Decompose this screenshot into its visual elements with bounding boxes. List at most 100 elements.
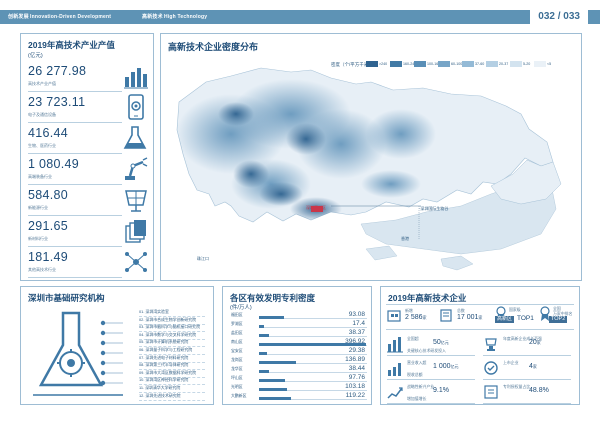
- district-name: 龙华区: [231, 366, 243, 371]
- output-label: 其他高技术行业: [28, 267, 56, 272]
- institutes-title: 深圳市基础研究机构: [28, 293, 105, 303]
- smartphone-gear-icon: [128, 94, 144, 120]
- solar-panel-icon: [125, 190, 147, 212]
- divider: [483, 379, 571, 380]
- divider: [483, 403, 571, 404]
- patent-bar: [259, 397, 292, 400]
- divider: [28, 215, 122, 216]
- output-value: 1 080.49: [28, 157, 80, 171]
- patent-unit: (件/万人): [230, 305, 252, 311]
- subsection-title-en: High Technology: [164, 14, 208, 20]
- patent-value: 136.89: [345, 356, 365, 363]
- output-value: 584.80: [28, 188, 69, 202]
- enterprise-stat-value: 1 000亿元: [433, 363, 459, 370]
- section-title-cn: 创新发展: [8, 14, 29, 20]
- output-label: 生物、医药行业: [28, 143, 56, 148]
- district-name: 龙岗区: [231, 357, 243, 362]
- enterprise-stat-label: 战略性新兴产业: [407, 384, 435, 389]
- output-value: 181.49: [28, 250, 69, 264]
- patent-value: 97.76: [348, 374, 365, 381]
- patent-density-panel: 各区有效发明专利密度 (件/万人) 福田区 93.08 罗湖区 17.4 盐田区 38.3…: [222, 286, 372, 405]
- patent-document-icon: [484, 385, 498, 399]
- enterprise-stat: 上市企业 4家: [483, 358, 573, 380]
- page-header: 创新发展 Innovation-Driven Development 高新技术 …: [0, 0, 600, 32]
- patent-value: 38.37: [348, 329, 365, 336]
- output-label: 新能源行业: [28, 205, 48, 210]
- district-name: 南山区: [231, 339, 243, 344]
- bar-track: [259, 327, 367, 328]
- lantau-island: [365, 245, 398, 261]
- enterprise-stat: 战略性新兴产业 增加值增长 9.1%: [387, 382, 477, 404]
- page-number: 032 / 033: [530, 5, 588, 29]
- patent-bar: [259, 325, 264, 328]
- output-item: 181.49 其他高技术行业: [26, 248, 150, 279]
- patent-value: 29.38: [348, 347, 365, 354]
- growth-trophy-icon: [485, 338, 497, 351]
- divider: [28, 277, 122, 278]
- rank-1-value: TOP1: [517, 315, 534, 322]
- panel-title: 2019年高技术产业产值: [28, 40, 115, 50]
- enterprise-stat-sub: 关键核心技术研发投入: [407, 348, 446, 353]
- enterprise-stat-label: 全国超: [407, 336, 419, 341]
- research-institutes-panel: 深圳市基础研究机构 01. 深圳湾实验室 02. 深圳市合成生物学创新研究院 03.…: [20, 286, 214, 405]
- patent-bar: [259, 316, 285, 319]
- robot-arm-icon: [125, 157, 148, 180]
- total-enterprise-icon: [440, 309, 452, 322]
- enterprise-stat-value: 20家: [529, 339, 541, 346]
- lab-flask-icon: [123, 126, 147, 149]
- output-label: 电子及通信设备: [28, 112, 56, 117]
- patent-value: 93.08: [348, 311, 365, 318]
- industry-output-panel: 2019年高技术产业产值 (亿元) 26 277.98 高技术产业产值 23 723…: [20, 33, 154, 281]
- bar-track: [259, 372, 367, 373]
- marker-label: 深圳高新区: [306, 205, 326, 210]
- divider: [28, 153, 122, 154]
- marker-sub-label: ·深圳国际生物谷: [419, 206, 449, 211]
- growth-trend-icon: [387, 387, 403, 399]
- enterprise-stat: 专利授权量占比 48.8%: [483, 382, 573, 404]
- listed-company-icon: [484, 361, 498, 375]
- output-item: 26 277.98 高技术产业产值: [26, 62, 150, 93]
- patent-value: 396.92: [345, 338, 365, 345]
- output-value: 23 723.11: [28, 95, 86, 109]
- hk-island: [440, 255, 474, 271]
- enterprise-stat-label: 营业收入超: [407, 360, 427, 365]
- divider: [28, 91, 122, 92]
- patent-bar: [259, 370, 270, 373]
- output-label: 高端装备行业: [28, 174, 52, 179]
- density-map: [176, 67, 562, 271]
- patent-value: 38.44: [348, 365, 365, 372]
- enterprise-stat-sub: 税收总额: [407, 372, 423, 377]
- divider: [387, 403, 475, 404]
- subsection-title-cn: 高新技术: [142, 14, 163, 20]
- output-item: 584.80 新能源行业: [26, 186, 150, 217]
- network-nodes-icon: [125, 252, 147, 272]
- output-label: 新材料行业: [28, 236, 48, 241]
- enterprise-stat-value: 48.8%: [529, 387, 549, 394]
- rd-investment-icon: [387, 337, 403, 353]
- lab-flask-illustration: [33, 311, 123, 396]
- hk-label: 香港: [401, 236, 409, 241]
- district-name: 光明区: [231, 384, 243, 389]
- district-name: 宝安区: [231, 348, 243, 353]
- enterprise-stat-value: 4家: [529, 363, 537, 370]
- revenue-chart-icon: [388, 363, 401, 376]
- divider: [483, 355, 571, 356]
- output-item: 416.44 生物、医药行业: [26, 124, 150, 155]
- section-title-en: Innovation-Driven Development: [30, 14, 112, 20]
- output-label: 高技术产业产值: [28, 81, 56, 86]
- enterprise-stat-value: 9.1%: [433, 387, 449, 394]
- stat-new-value: 2 586家: [405, 314, 427, 321]
- output-item: 23 723.11 电子及通信设备: [26, 93, 150, 124]
- rank-2-value: TOP2: [549, 316, 568, 323]
- panel-unit: (亿元): [28, 53, 43, 59]
- enterprise-stat-sub: 增加值增长: [407, 396, 427, 401]
- high-tech-enterprise-panel: 2019年高新技术企业 新增 2 586家 总数 17 001家 国家级 高新区…: [380, 286, 580, 405]
- district-name: 大鹏新区: [231, 393, 247, 398]
- enterprise-stat-value: 50亿元: [433, 339, 449, 346]
- patent-value: 17.4: [352, 320, 365, 327]
- divider: [28, 246, 122, 247]
- divider: [28, 122, 122, 123]
- sea-label: 珠江口: [197, 256, 209, 261]
- rank-1-label: 国家级: [509, 307, 521, 312]
- enterprise-stat-label: 上市企业: [503, 360, 519, 365]
